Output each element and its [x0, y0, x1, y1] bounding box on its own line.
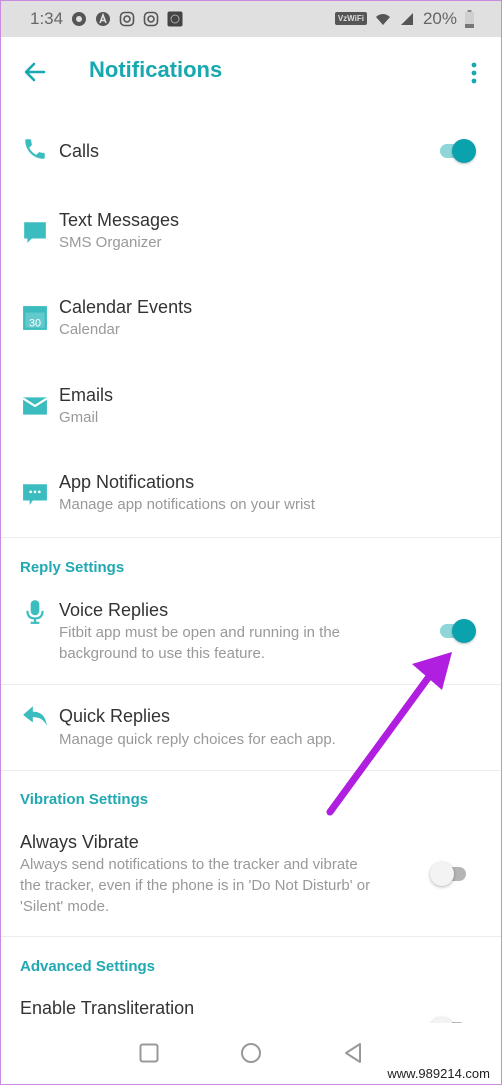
calendar-events-title: Calendar Events [59, 297, 193, 317]
app-notification-icon [23, 484, 47, 505]
page-title: Notifications [89, 57, 223, 82]
reply-settings-header: Reply Settings [20, 559, 125, 576]
divider [0, 537, 502, 538]
voice-replies-subtitle-line1: Fitbit app must be open and running in t… [59, 624, 341, 641]
battery-percent: 20% [422, 8, 457, 28]
navigation-bar: www.989214.com [0, 1023, 502, 1085]
divider [0, 684, 502, 685]
app-square-icon [167, 11, 183, 26]
advanced-settings-header: Advanced Settings [20, 958, 156, 975]
message-icon [24, 222, 46, 243]
always-vibrate-toggle[interactable] [430, 861, 470, 887]
app-notifications-subtitle: Manage app notifications on your wrist [59, 496, 315, 513]
divider [0, 770, 502, 771]
calendar-events-row[interactable]: 30 Calendar Events Calendar [0, 292, 502, 348]
more-options-icon[interactable] [468, 61, 480, 85]
calls-toggle[interactable] [438, 138, 478, 164]
opera-icon [72, 11, 87, 26]
always-vibrate-title: Always Vibrate [20, 832, 139, 852]
quick-replies-title: Quick Replies [59, 706, 171, 726]
back-triangle-icon[interactable] [343, 1042, 363, 1064]
status-time: 1:34 [30, 8, 64, 28]
divider [0, 936, 502, 937]
transliteration-title: Enable Transliteration [20, 998, 195, 1018]
transliteration-row[interactable]: Enable Transliteration [0, 994, 502, 1024]
phone-icon [25, 139, 45, 159]
app-notifications-title: App Notifications [59, 472, 195, 492]
microphone-icon [26, 600, 44, 624]
always-vibrate-subtitle-line2: the tracker, even if the phone is in 'Do… [20, 877, 371, 894]
emails-title: Emails [59, 385, 114, 405]
instagram-icon [119, 11, 135, 26]
instagram-icon [143, 11, 159, 26]
calendar-icon: 30 [23, 306, 47, 330]
calendar-icon-date: 30 [29, 318, 41, 330]
vibration-settings-header: Vibration Settings [20, 791, 149, 808]
calls-title: Calls [59, 141, 100, 161]
home-circle-icon[interactable] [240, 1042, 262, 1064]
wifi-icon [375, 13, 390, 25]
battery-icon [465, 9, 474, 28]
always-vibrate-subtitle-line1: Always send notifications to the tracker… [20, 856, 358, 873]
watermark: www.989214.com [387, 1066, 490, 1081]
always-vibrate-subtitle-line3: 'Silent' mode. [20, 898, 110, 915]
app-a-icon [96, 11, 111, 26]
calls-row[interactable]: Calls [0, 130, 502, 174]
app-notifications-row[interactable]: App Notifications Manage app notificatio… [0, 467, 502, 523]
recents-square-icon[interactable] [139, 1043, 159, 1063]
voice-replies-title: Voice Replies [59, 600, 169, 620]
calendar-events-subtitle: Calendar [59, 321, 120, 338]
status-bar: 1:34 VzWiFi 20% [0, 0, 502, 37]
voice-replies-row[interactable]: Voice Replies Fitbit app must be open an… [0, 595, 502, 670]
back-arrow-icon[interactable] [22, 59, 48, 85]
text-messages-subtitle: SMS Organizer [59, 234, 162, 251]
mail-icon [22, 397, 48, 415]
voice-replies-subtitle-line2: background to use this feature. [59, 645, 265, 662]
quick-replies-subtitle: Manage quick reply choices for each app. [59, 731, 336, 748]
wifi-calling-badge: VzWiFi [334, 12, 367, 25]
reply-icon [23, 706, 47, 726]
text-messages-row[interactable]: Text Messages SMS Organizer [0, 205, 502, 261]
quick-replies-row[interactable]: Quick Replies Manage quick reply choices… [0, 701, 502, 757]
emails-row[interactable]: Emails Gmail [0, 380, 502, 436]
app-bar: Notifications [0, 37, 502, 107]
always-vibrate-row[interactable]: Always Vibrate Always send notifications… [0, 827, 502, 923]
voice-replies-toggle[interactable] [438, 618, 478, 644]
signal-icon [400, 12, 413, 25]
text-messages-title: Text Messages [59, 210, 180, 230]
emails-subtitle: Gmail [59, 409, 99, 426]
